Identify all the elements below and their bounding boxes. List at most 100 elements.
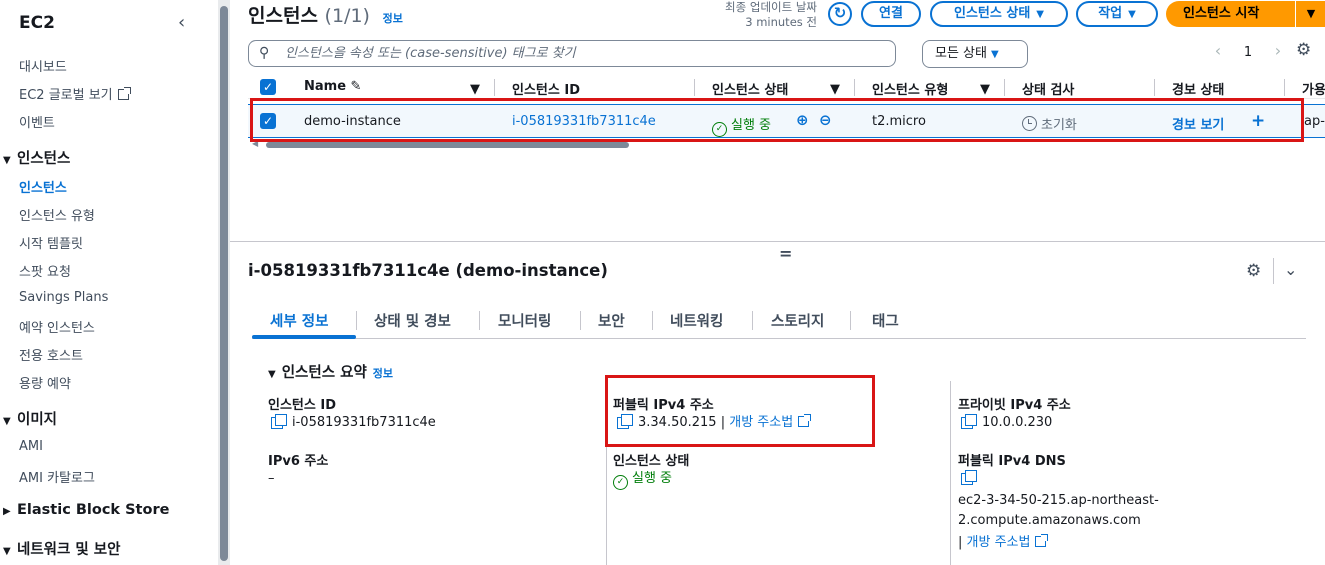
sidebar-section-label: 네트워크 및 보안 — [17, 542, 121, 558]
external-link-icon[interactable] — [1035, 534, 1049, 547]
tab-divider — [850, 311, 851, 330]
search-field[interactable]: ⚲ — [248, 40, 896, 67]
copy-icon[interactable] — [961, 470, 977, 485]
sidebar-section-label: 이미지 — [17, 412, 58, 428]
search-input[interactable] — [285, 44, 885, 63]
tab-status-alarms[interactable]: 상태 및 경보 — [374, 310, 451, 331]
table-horizontal-scrollbar[interactable]: ◀ — [252, 139, 1325, 149]
sidebar-item-ami-catalog[interactable]: AMI 카탈로그 — [19, 467, 95, 486]
column-divider[interactable] — [854, 79, 855, 96]
tab-monitoring[interactable]: 모니터링 — [498, 310, 551, 331]
divider — [1273, 258, 1274, 284]
button-label: 작업 — [1098, 6, 1123, 21]
open-address-link[interactable]: 개방 주소법 — [967, 535, 1031, 550]
sidebar-item-global-view[interactable]: EC2 글로벌 보기 — [19, 84, 131, 103]
external-link-icon — [117, 87, 131, 100]
column-name[interactable]: Name ✎ — [304, 79, 361, 94]
next-page-icon[interactable]: › — [1263, 41, 1293, 60]
sidebar-item-events[interactable]: 이벤트 — [19, 112, 55, 131]
column-instance-type[interactable]: 인스턴스 유형 — [872, 79, 948, 98]
resize-handle-icon[interactable]: = — [779, 244, 792, 263]
caret-down-icon: ▼ — [3, 546, 11, 557]
success-check-icon: ✓ — [613, 475, 628, 490]
column-alarm-status[interactable]: 경보 상태 — [1172, 79, 1224, 98]
sidebar-item-dashboard[interactable]: 대시보드 — [19, 56, 67, 75]
column-label: Name — [304, 79, 347, 94]
sidebar-item-capacity-reservations[interactable]: 용량 예약 — [19, 373, 71, 392]
info-link[interactable]: 정보 — [383, 12, 403, 25]
highlight-box-public-ip — [605, 375, 875, 447]
sidebar-section-network[interactable]: ▼ 네트워크 및 보안 — [0, 538, 120, 559]
caret-down-icon: ▼ — [268, 369, 276, 380]
sidebar-item-spot-requests[interactable]: 스팟 요청 — [19, 261, 71, 280]
info-link[interactable]: 정보 — [373, 367, 393, 380]
sidebar-scrollbar[interactable] — [218, 0, 230, 565]
chevron-left-icon[interactable]: ‹ — [178, 12, 185, 33]
scrollbar-thumb[interactable] — [220, 6, 228, 561]
sidebar-item-savings-plans[interactable]: Savings Plans — [19, 290, 108, 305]
sidebar-item-ami[interactable]: AMI — [19, 439, 43, 454]
highlight-box-row — [250, 98, 1304, 142]
chevron-down-icon[interactable]: ⌄ — [1284, 260, 1297, 279]
column-instance-id[interactable]: 인스턴스 ID — [512, 79, 580, 98]
sort-icon[interactable]: ▼ — [470, 82, 480, 97]
state-filter-value: 모든 상태 — [935, 46, 987, 61]
sort-icon[interactable]: ▼ — [830, 82, 840, 97]
current-page[interactable]: 1 — [1233, 45, 1263, 60]
state-filter-select[interactable]: 모든 상태 ▼ — [922, 40, 1028, 68]
tab-security[interactable]: 보안 — [598, 310, 625, 331]
column-divider[interactable] — [1284, 79, 1285, 96]
tab-storage[interactable]: 스토리지 — [771, 310, 824, 331]
instance-summary-header[interactable]: ▼ 인스턴스 요약 정보 — [268, 361, 393, 382]
sidebar-section-label: Elastic Block Store — [17, 502, 170, 518]
settings-gear-icon[interactable]: ⚙ — [1296, 40, 1311, 60]
select-all-checkbox[interactable]: ✓ — [260, 79, 276, 95]
sidebar-section-instances[interactable]: ▼ 인스턴스 — [0, 147, 70, 168]
connect-button[interactable]: 연결 — [861, 1, 921, 27]
column-status-check[interactable]: 상태 검사 — [1022, 79, 1074, 98]
tab-details[interactable]: 세부 정보 — [270, 310, 328, 331]
sidebar-item-dedicated-hosts[interactable]: 전용 호스트 — [19, 345, 83, 364]
caret-down-icon: ▼ — [990, 49, 999, 60]
section-title: 인스턴스 요약 — [281, 365, 367, 381]
copy-icon[interactable] — [271, 414, 287, 429]
tab-divider — [580, 311, 581, 330]
caret-down-icon[interactable]: ▼ — [1295, 1, 1325, 27]
launch-instance-button[interactable]: 인스턴스 시작 ▼ — [1166, 1, 1325, 27]
caret-down-icon: ▼ — [3, 155, 11, 166]
column-divider[interactable] — [1154, 79, 1155, 96]
last-updated-label: 최종 업데이트 날짜 — [725, 0, 817, 14]
tab-networking[interactable]: 네트워킹 — [670, 310, 723, 331]
main-content: 인스턴스 (1/1) 정보 최종 업데이트 날짜 3 minutes 전 ↻ 연… — [230, 0, 1325, 565]
sidebar-item-launch-templates[interactable]: 시작 템플릿 — [19, 233, 83, 252]
public-dns-line2: 2.compute.amazonaws.com — [958, 513, 1141, 528]
sidebar-item-instances[interactable]: 인스턴스 — [19, 177, 67, 196]
sidebar-section-ebs[interactable]: ▶ Elastic Block Store — [0, 502, 169, 518]
actions-button[interactable]: 작업 ▼ — [1076, 1, 1158, 27]
column-instance-state[interactable]: 인스턴스 상태 — [712, 79, 788, 98]
refresh-icon[interactable]: ↻ — [828, 2, 852, 26]
column-divider[interactable] — [694, 79, 695, 96]
scrollbar-thumb[interactable] — [266, 142, 629, 148]
column-divider[interactable] — [1004, 79, 1005, 96]
detail-tabs: 세부 정보 상태 및 경보 모니터링 보안 네트워킹 스토리지 태그 — [252, 306, 1306, 339]
instance-state-value: ✓ 실행 중 — [613, 469, 672, 490]
sidebar-item-reserved-instances[interactable]: 예약 인스턴스 — [19, 317, 95, 336]
settings-gear-icon[interactable]: ⚙ — [1246, 261, 1261, 281]
value-text: i-05819331fb7311c4e — [292, 415, 436, 430]
sort-icon[interactable]: ▼ — [980, 82, 990, 97]
instance-id-label: 인스턴스 ID — [268, 398, 336, 413]
sidebar: EC2 ‹ 대시보드 EC2 글로벌 보기 이벤트 ▼ 인스턴스 인스턴스 인스턴… — [0, 0, 218, 565]
column-divider[interactable] — [494, 79, 495, 96]
instance-state-button[interactable]: 인스턴스 상태 ▼ — [930, 1, 1068, 27]
pagination: ‹ 1 › — [1203, 41, 1293, 60]
ipv6-value: – — [268, 471, 275, 486]
column-availability-zone[interactable]: 가용 — [1302, 79, 1325, 98]
tab-tags[interactable]: 태그 — [872, 310, 899, 331]
sidebar-section-images[interactable]: ▼ 이미지 — [0, 408, 57, 429]
copy-icon[interactable] — [961, 414, 977, 429]
sidebar-item-instance-types[interactable]: 인스턴스 유형 — [19, 205, 95, 224]
sidebar-title: EC2 — [19, 13, 55, 33]
prev-page-icon[interactable]: ‹ — [1203, 41, 1233, 60]
last-updated-value: 3 minutes 전 — [745, 15, 817, 29]
